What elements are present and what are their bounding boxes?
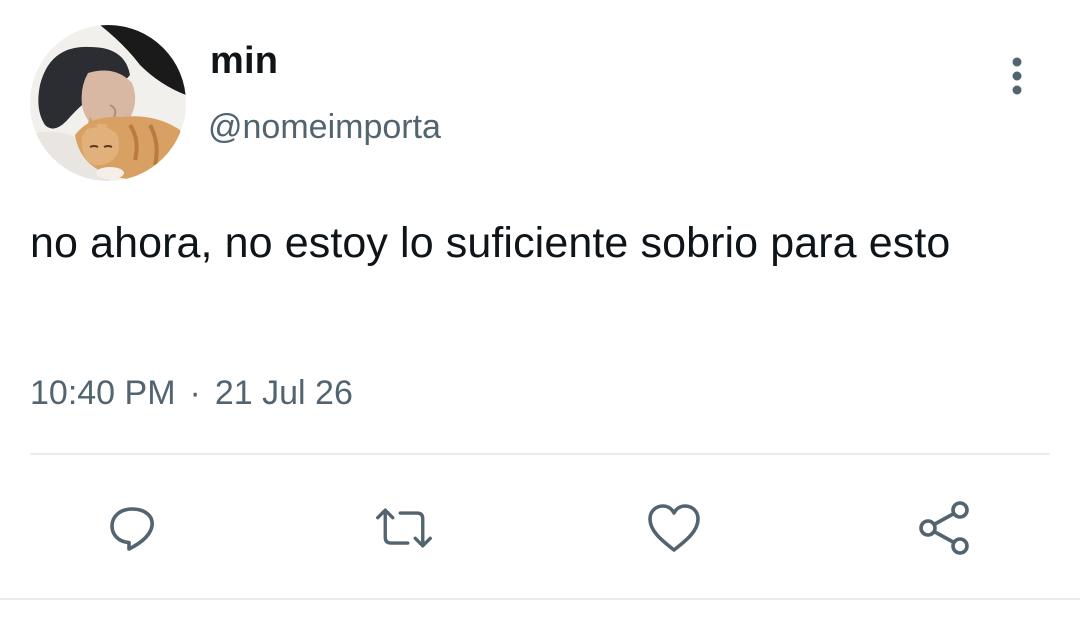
tweet-timestamp[interactable]: 10:40 PM · 21 Jul 26 (30, 374, 353, 413)
more-options-button[interactable] (998, 52, 1036, 100)
share-button[interactable] (914, 498, 974, 558)
bottom-divider (0, 598, 1080, 600)
avatar[interactable] (30, 25, 186, 181)
tweet-time: 10:40 PM (30, 374, 176, 412)
tweet-card: min @nomeimporta no ahora, no estoy lo s… (0, 0, 1080, 618)
avatar-photo (30, 25, 186, 181)
user-handle[interactable]: @nomeimporta (208, 108, 441, 147)
heart-icon (648, 504, 700, 552)
reply-button[interactable] (102, 498, 162, 558)
like-button[interactable] (644, 498, 704, 558)
more-vertical-icon (1012, 57, 1022, 95)
meta-separator: · (189, 374, 201, 412)
retweet-button[interactable] (374, 498, 434, 558)
display-name[interactable]: min (210, 40, 278, 83)
share-icon (919, 501, 969, 555)
retweet-icon (376, 508, 432, 548)
divider (30, 453, 1050, 455)
tweet-date: 21 Jul 26 (214, 374, 353, 412)
reply-icon (110, 507, 154, 551)
tweet-text: no ahora, no estoy lo suficiente sobrio … (30, 219, 951, 267)
